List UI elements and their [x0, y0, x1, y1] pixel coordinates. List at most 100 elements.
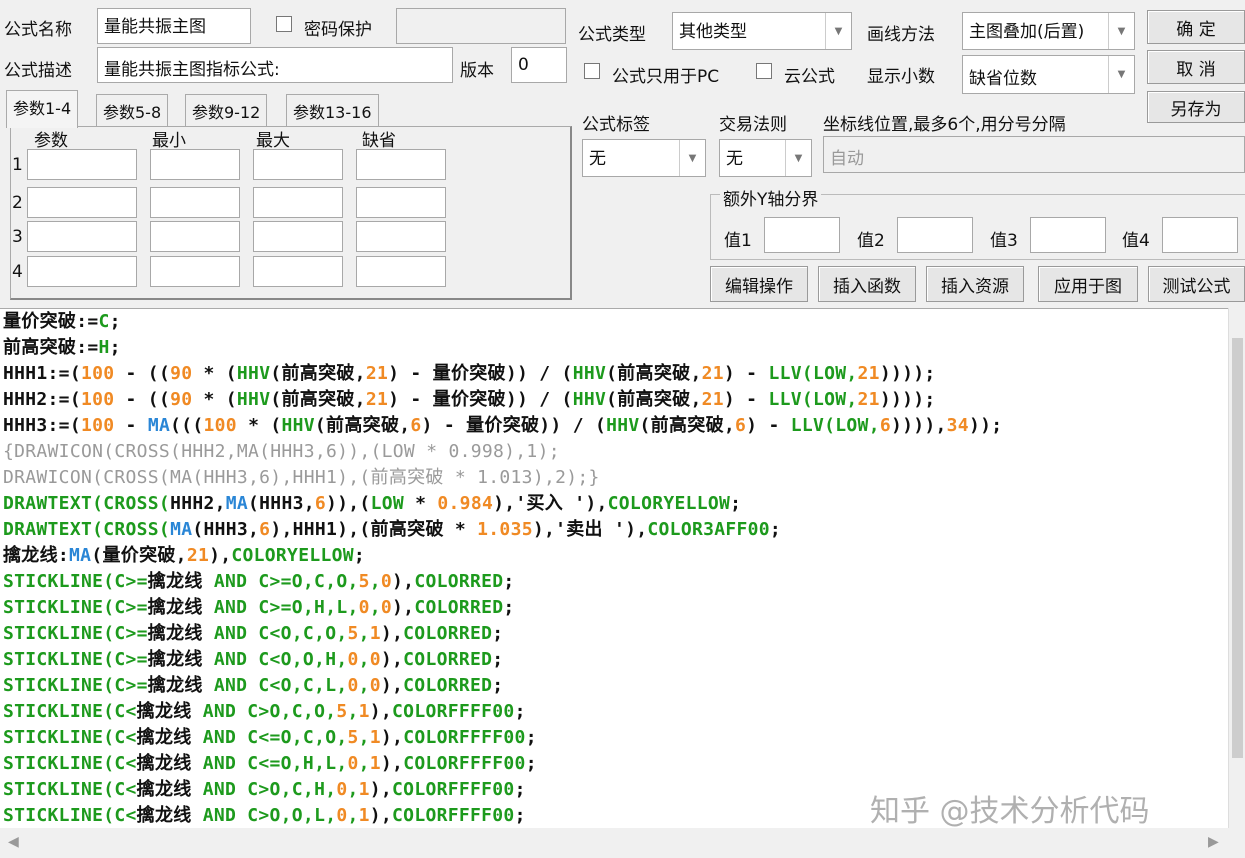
vertical-scrollbar[interactable] [1228, 308, 1245, 828]
watermark: 知乎 @技术分析代码 [870, 794, 1150, 829]
formula-desc-input[interactable]: 量能共振主图指标公式: [97, 47, 453, 83]
y-value-input[interactable] [1162, 217, 1238, 253]
code-line: HHH2:=(100 - ((90 * (HHV(前高突破,21) - 量价突破… [3, 387, 1228, 413]
y-value-input[interactable] [1030, 217, 1106, 253]
code-token: LOW [370, 493, 404, 514]
param-name-input[interactable] [27, 149, 137, 180]
param-min-input[interactable] [150, 221, 240, 252]
save-as-button[interactable]: 另存为 [1147, 91, 1245, 123]
param-default-input[interactable] [356, 149, 446, 180]
tab-params-13-16[interactable]: 参数13-16 [286, 94, 379, 126]
password-input[interactable] [396, 8, 566, 44]
param-default-input[interactable] [356, 221, 446, 252]
scroll-left-icon[interactable]: ◀ [8, 834, 19, 850]
y-value-input[interactable] [764, 217, 840, 253]
formula-tag-select[interactable]: 无 ▼ [582, 139, 706, 177]
cancel-button[interactable]: 取 消 [1147, 50, 1245, 84]
param-name-input[interactable] [27, 221, 137, 252]
code-token: COLORRED [414, 597, 504, 618]
code-token: ) - [746, 415, 791, 436]
code-token: STICKLINE(C>= [3, 623, 148, 644]
param-max-input[interactable] [253, 149, 343, 180]
ok-button[interactable]: 确 定 [1147, 10, 1245, 44]
code-token: (前高突破, [270, 363, 366, 384]
code-token: 0 [347, 753, 359, 774]
param-default-input[interactable] [356, 256, 446, 287]
trade-rule-value: 无 [726, 149, 743, 169]
code-line: STICKLINE(C<擒龙线 AND C<=O,C,O,5,1),COLORF… [3, 725, 1228, 751]
code-token: 6 [314, 493, 326, 514]
chevron-down-icon: ▼ [679, 140, 705, 176]
code-token: HHV [606, 415, 640, 436]
code-token: 0 [347, 649, 359, 670]
param-name-input[interactable] [27, 187, 137, 218]
code-token: ),'买入 '), [493, 493, 608, 514]
cloud-checkbox[interactable] [756, 63, 772, 79]
code-line: STICKLINE(C<擒龙线 AND C<=O,H,L,0,1),COLORF… [3, 751, 1228, 777]
code-token: (HHH3, [248, 493, 315, 514]
code-token: ; [492, 623, 504, 644]
code-token: 0 [336, 805, 348, 826]
code-token: ; [525, 727, 537, 748]
code-editor[interactable]: 量价突破:=C; 前高突破:=H; HHH1:=(100 - ((90 * (HHV… [0, 308, 1228, 828]
y-value-input[interactable] [897, 217, 973, 253]
test-formula-button[interactable]: 测试公式 [1148, 266, 1245, 302]
code-token: DRAWICON(CROSS(MA(HHH3,6),HHH1),(前高突破 * … [3, 467, 600, 488]
code-token: 5 [347, 727, 359, 748]
param-min-input[interactable] [150, 187, 240, 218]
scrollbar-thumb[interactable] [1232, 338, 1243, 758]
code-token: DRAWTEXT(CROSS( [3, 519, 171, 540]
code-token: - [114, 415, 148, 436]
param-default-input[interactable] [356, 187, 446, 218]
formula-name-input[interactable]: 量能共振主图 [97, 8, 251, 44]
code-token: 擒龙线 [147, 649, 203, 670]
tab-params-9-12[interactable]: 参数9-12 [185, 94, 268, 126]
code-token: LLV(LOW, [768, 363, 858, 384]
code-token: 擒龙线 [136, 779, 192, 800]
code-line: STICKLINE(C<擒龙线 AND C>O,C,O,5,1),COLORFF… [3, 699, 1228, 725]
code-token: )))); [879, 389, 936, 410]
code-token: DRAWTEXT(CROSS( [3, 493, 171, 514]
code-token: * ( [236, 415, 282, 436]
apply-to-chart-button[interactable]: 应用于图 [1038, 266, 1138, 302]
code-token: , [369, 571, 381, 592]
param-min-input[interactable] [150, 256, 240, 287]
insert-resource-button[interactable]: 插入资源 [926, 266, 1024, 302]
formula-type-select[interactable]: 其他类型 ▼ [672, 12, 852, 50]
scroll-right-icon[interactable]: ▶ [1208, 834, 1219, 850]
code-token: STICKLINE(C>= [3, 597, 148, 618]
decimal-select[interactable]: 缺省位数 ▼ [962, 55, 1135, 94]
param-max-input[interactable] [253, 187, 343, 218]
code-line: HHH1:=(100 - ((90 * (HHV(前高突破,21) - 量价突破… [3, 361, 1228, 387]
code-token: ), [209, 545, 232, 566]
axis-lines-input[interactable]: 自动 [823, 136, 1245, 173]
code-token: 21 [701, 363, 724, 384]
tab-params-1-4[interactable]: 参数1-4 [6, 90, 79, 128]
edit-operation-button[interactable]: 编辑操作 [710, 266, 808, 302]
code-token: STICKLINE(C>= [3, 649, 148, 670]
param-min-input[interactable] [150, 149, 240, 180]
param-header-min: 最小 [152, 131, 186, 151]
code-token: )))), [890, 415, 947, 436]
code-token: H [98, 337, 110, 358]
code-token: COLORFFFF00 [392, 701, 515, 722]
param-max-input[interactable] [253, 221, 343, 252]
code-token: ; [109, 337, 121, 358]
code-token: 100 [80, 363, 115, 384]
param-name-input[interactable] [27, 256, 137, 287]
decimal-value: 缺省位数 [969, 69, 1037, 89]
code-line: HHH3:=(100 - MA(((100 * (HHV(前高突破,6) - 量… [3, 413, 1228, 439]
pc-only-checkbox[interactable] [584, 63, 600, 79]
param-max-input[interactable] [253, 256, 343, 287]
horizontal-scrollbar[interactable]: ◀ ▶ [0, 828, 1245, 858]
formula-tag-value: 无 [589, 149, 606, 169]
password-checkbox[interactable] [276, 16, 292, 32]
insert-function-button[interactable]: 插入函数 [818, 266, 916, 302]
code-token: AND C>O,C,H, [191, 779, 337, 800]
code-token: AND C>O,C,O, [191, 701, 337, 722]
version-input[interactable]: 0 [511, 47, 567, 83]
code-token: 擒龙线 [147, 571, 203, 592]
trade-rule-select[interactable]: 无 ▼ [719, 139, 812, 177]
draw-method-select[interactable]: 主图叠加(后置) ▼ [962, 12, 1135, 50]
tab-params-5-8[interactable]: 参数5-8 [96, 94, 169, 126]
